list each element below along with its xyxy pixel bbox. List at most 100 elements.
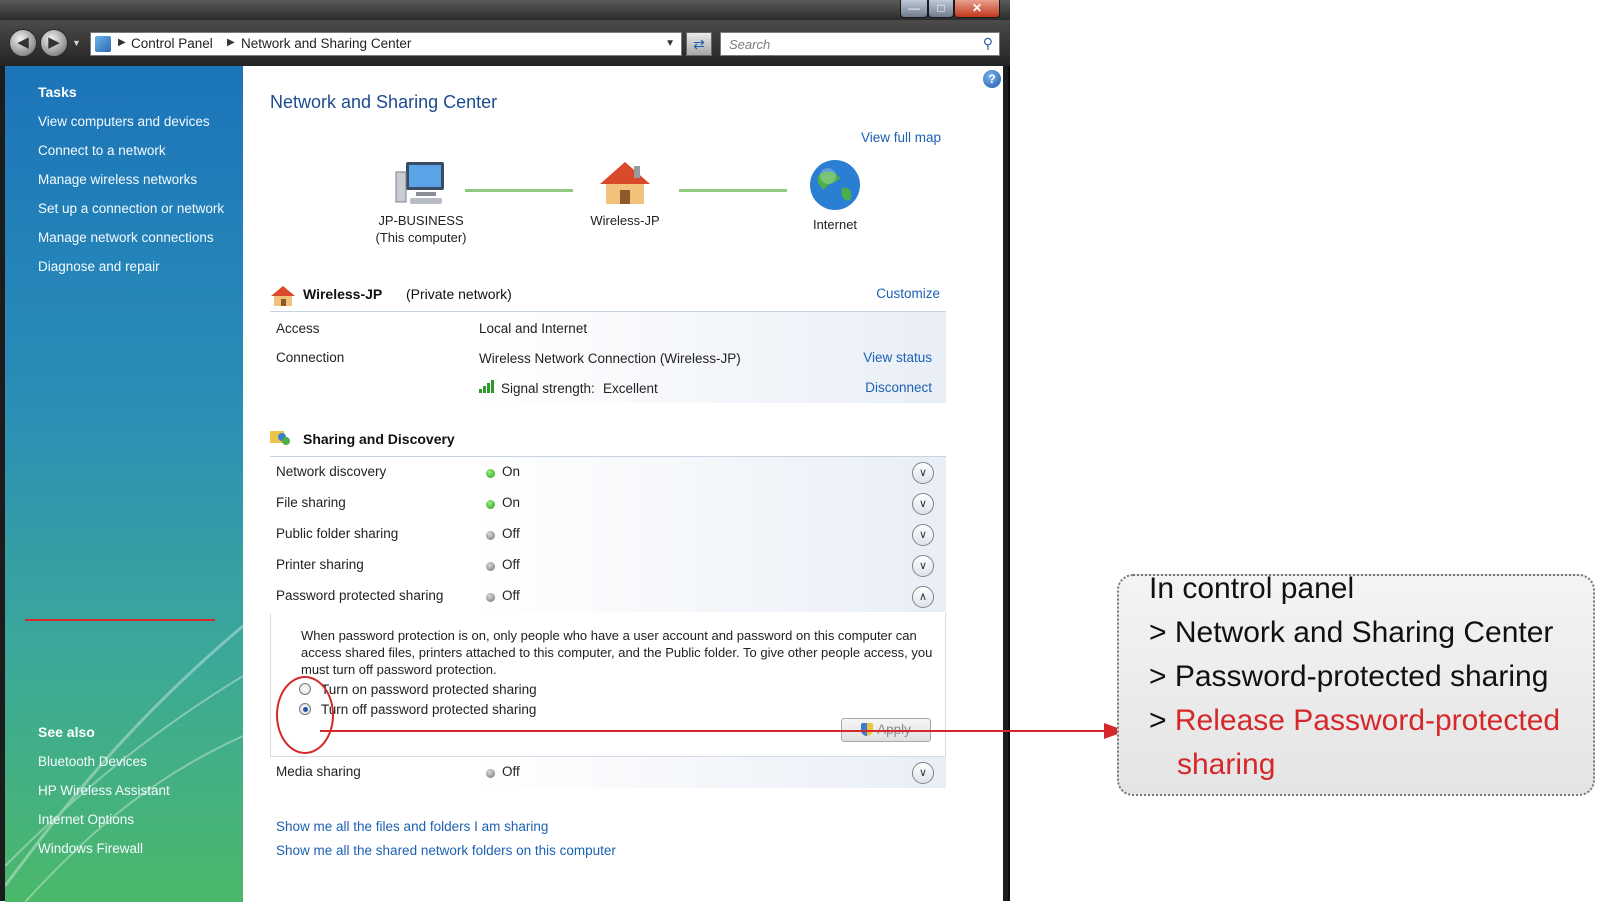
customize-link[interactable]: Customize [876,286,940,301]
chevron-down-icon: ∨ [918,767,928,779]
setting-network-discovery[interactable]: Network discovery On ∨ [270,457,946,488]
task-manage-connections[interactable]: Manage network connections [38,230,214,245]
task-connect-network[interactable]: Connect to a network [38,143,166,158]
task-manage-wireless[interactable]: Manage wireless networks [38,172,197,187]
computer-subtitle: (This computer) [375,230,467,245]
sharing-settings: Network discovery On ∨ File sharing On ∨… [270,456,946,816]
show-shared-folders-link[interactable]: Show me all the shared network folders o… [276,843,616,858]
callout-prefix: > [1149,704,1167,737]
expand-button[interactable]: ∨ [912,555,934,577]
disconnect-link[interactable]: Disconnect [865,380,932,395]
status-off-icon [486,531,495,540]
setting-public-folder-sharing[interactable]: Public folder sharing Off ∨ [270,519,946,550]
setting-status: Off [502,526,520,541]
chevron-down-icon: ∨ [918,467,928,479]
password-sharing-panel: When password protection is on, only peo… [270,613,946,757]
arrow-right-icon: ▶ [48,34,60,51]
internet-label: Internet [812,217,858,232]
setting-media-sharing[interactable]: Media sharing Off ∨ [270,757,946,788]
expand-button[interactable]: ∨ [912,524,934,546]
setting-password-protected-sharing[interactable]: Password protected sharing Off ∧ [270,581,946,612]
search-input[interactable] [727,35,967,53]
callout-line-4: > Release Password-protected [1149,704,1560,738]
access-label: Access [276,321,320,336]
status-off-icon [486,593,495,602]
expand-button[interactable]: ∨ [912,762,934,784]
view-full-map-link[interactable]: View full map [861,130,941,145]
content-pane: ? Network and Sharing Center View full m… [243,66,1003,902]
password-sharing-description: When password protection is on, only peo… [301,628,933,677]
setting-label: File sharing [276,495,346,510]
expand-button[interactable]: ∨ [912,462,934,484]
callout-line-5: sharing [1177,748,1276,781]
show-shared-files-link[interactable]: Show me all the files and folders I am s… [276,819,548,834]
recent-pages-dropdown[interactable]: ▼ [72,38,81,48]
status-on-icon [486,500,495,509]
view-status-link[interactable]: View status [863,350,932,365]
annotation-arrow-line [320,730,1106,732]
see-also-hp-wireless[interactable]: HP Wireless Assistant [38,783,170,798]
control-panel-icon [95,36,111,52]
address-bar[interactable]: ▶ Control Panel ▶ Network and Sharing Ce… [90,32,682,56]
search-box[interactable]: ⚲ [720,32,1000,56]
chevron-down-icon[interactable]: ▼ [665,38,675,49]
breadcrumb-control-panel[interactable]: Control Panel [131,36,213,51]
search-icon[interactable]: ⚲ [983,35,993,52]
setting-status: Off [502,557,520,572]
network-details: Access Local and Internet Connection Wir… [270,311,946,403]
setting-printer-sharing[interactable]: Printer sharing Off ∨ [270,550,946,581]
task-view-computers[interactable]: View computers and devices [38,114,210,129]
network-type: (Private network) [406,286,512,302]
expand-button[interactable]: ∨ [912,493,934,515]
map-node-computer[interactable]: JP-BUSINESS (This computer) [366,158,476,246]
breadcrumb-separator-icon[interactable]: ▶ [227,37,235,48]
breadcrumb-network-sharing-center[interactable]: Network and Sharing Center [241,36,411,51]
see-also-internet-options[interactable]: Internet Options [38,812,134,827]
network-name-label: Wireless-JP [590,213,660,228]
task-diagnose-repair[interactable]: Diagnose and repair [38,259,160,274]
callout-line-2: > Network and Sharing Center [1149,616,1554,649]
task-pane: Tasks View computers and devices Connect… [5,66,243,902]
maximize-button[interactable]: □ [928,0,954,18]
status-off-icon [486,769,495,778]
signal-strength-icon [479,380,494,393]
connection-label: Connection [276,350,345,365]
close-button[interactable]: ✕ [954,0,1000,18]
tasks-heading: Tasks [38,84,77,100]
setting-status: Off [502,764,520,779]
computer-name: JP-BUSINESS [378,213,464,228]
back-button[interactable]: ◀ [9,29,37,57]
sharing-header: Sharing and Discovery [270,426,950,452]
house-icon [271,286,295,306]
chevron-up-icon: ∧ [918,591,928,603]
callout-line-3: > Password-protected sharing [1149,660,1549,693]
chevron-down-icon: ∨ [918,560,928,572]
chevron-down-icon: ∨ [918,498,928,510]
refresh-icon: ⇄ [693,36,705,52]
status-on-icon [486,469,495,478]
sharing-title: Sharing and Discovery [303,431,455,447]
globe-icon [810,160,860,210]
minimize-button[interactable]: — [900,0,928,18]
highlight-circle [276,676,334,754]
map-node-internet[interactable]: Internet [789,158,881,233]
collapse-button[interactable]: ∧ [912,586,934,608]
signal-label: Signal strength: [501,381,595,396]
refresh-button[interactable]: ⇄ [686,32,712,56]
computer-icon [395,162,444,204]
setting-label: Password protected sharing [276,588,444,603]
forward-button[interactable]: ▶ [40,29,68,57]
title-bar: — □ ✕ [0,0,1010,20]
sharing-icon [270,431,290,445]
setting-file-sharing[interactable]: File sharing On ∨ [270,488,946,519]
connection-value: Wireless Network Connection (Wireless-JP… [479,351,741,366]
task-setup-connection[interactable]: Set up a connection or network [38,201,224,216]
help-icon[interactable]: ? [983,70,1001,88]
setting-label: Printer sharing [276,557,364,572]
radio-label: Turn off password protected sharing [321,702,537,717]
setting-label: Network discovery [276,464,387,479]
map-connection-line [465,189,573,192]
see-also-windows-firewall[interactable]: Windows Firewall [38,841,143,856]
see-also-bluetooth[interactable]: Bluetooth Devices [38,754,147,769]
map-node-network[interactable]: Wireless-JP [573,158,677,229]
